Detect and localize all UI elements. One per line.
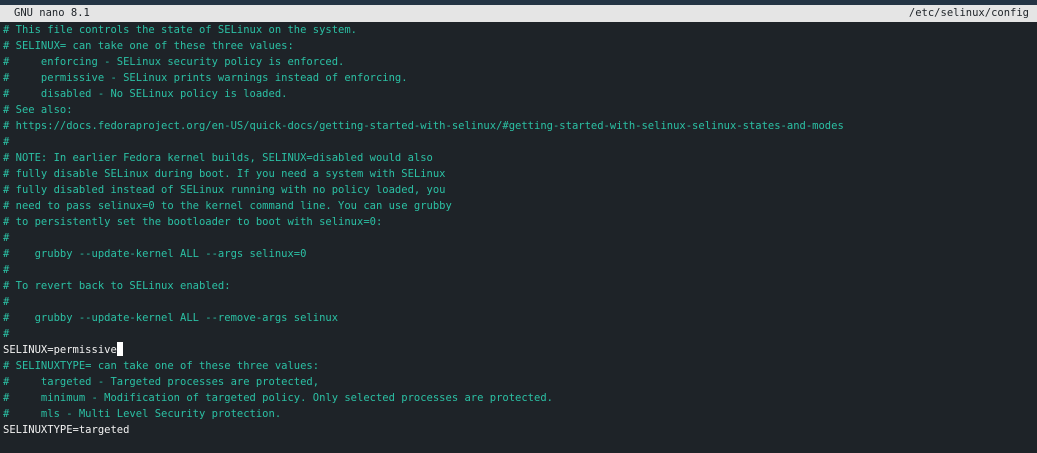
line-text: # disabled - No SELinux policy is loaded… bbox=[3, 88, 288, 100]
comment-line[interactable]: # permissive - SELinux prints warnings i… bbox=[3, 70, 1037, 86]
line-text: # To revert back to SELinux enabled: bbox=[3, 280, 231, 292]
nano-version-label: GNU nano 8.1 bbox=[14, 7, 90, 19]
comment-line[interactable]: # targeted - Targeted processes are prot… bbox=[3, 374, 1037, 390]
config-setting-line[interactable]: SELINUXTYPE=targeted bbox=[3, 422, 1037, 438]
line-text: # bbox=[3, 232, 10, 244]
comment-line[interactable]: # This file controls the state of SELinu… bbox=[3, 22, 1037, 38]
comment-line[interactable]: # bbox=[3, 134, 1037, 150]
line-text: # SELINUX= can take one of these three v… bbox=[3, 40, 294, 52]
file-path-label: /etc/selinux/config bbox=[908, 7, 1029, 19]
comment-line[interactable]: # SELINUXTYPE= can take one of these thr… bbox=[3, 358, 1037, 374]
line-text: # https://docs.fedoraproject.org/en-US/q… bbox=[3, 120, 844, 132]
nano-titlebar: GNU nano 8.1 /etc/selinux/config bbox=[0, 5, 1037, 22]
line-text: # targeted - Targeted processes are prot… bbox=[3, 376, 320, 388]
comment-line[interactable]: # grubby --update-kernel ALL --args seli… bbox=[3, 246, 1037, 262]
line-text: SELINUX=permissive bbox=[3, 344, 117, 356]
line-text: # bbox=[3, 264, 10, 276]
line-text: # See also: bbox=[3, 104, 73, 116]
editor-text-area[interactable]: # This file controls the state of SELinu… bbox=[0, 22, 1037, 453]
comment-line[interactable]: # fully disabled instead of SELinux runn… bbox=[3, 182, 1037, 198]
comment-line[interactable]: # to persistently set the bootloader to … bbox=[3, 214, 1037, 230]
comment-line[interactable]: # To revert back to SELinux enabled: bbox=[3, 278, 1037, 294]
line-text: # bbox=[3, 296, 10, 308]
line-text: # grubby --update-kernel ALL --remove-ar… bbox=[3, 312, 339, 324]
line-text: # SELINUXTYPE= can take one of these thr… bbox=[3, 360, 320, 372]
comment-line[interactable]: # See also: bbox=[3, 102, 1037, 118]
text-cursor bbox=[116, 342, 123, 356]
comment-line[interactable]: # bbox=[3, 262, 1037, 278]
line-text: # mls - Multi Level Security protection. bbox=[3, 408, 282, 420]
comment-line[interactable]: # bbox=[3, 230, 1037, 246]
comment-line[interactable]: # minimum - Modification of targeted pol… bbox=[3, 390, 1037, 406]
line-text: # bbox=[3, 136, 10, 148]
comment-line[interactable]: # need to pass selinux=0 to the kernel c… bbox=[3, 198, 1037, 214]
comment-line[interactable]: # enforcing - SELinux security policy is… bbox=[3, 54, 1037, 70]
comment-line[interactable]: # disabled - No SELinux policy is loaded… bbox=[3, 86, 1037, 102]
line-text: SELINUXTYPE=targeted bbox=[3, 424, 130, 436]
line-text: # fully disable SELinux during boot. If … bbox=[3, 168, 446, 180]
config-setting-line[interactable]: SELINUX=permissive bbox=[3, 342, 1037, 358]
line-text: # need to pass selinux=0 to the kernel c… bbox=[3, 200, 452, 212]
comment-line[interactable]: # grubby --update-kernel ALL --remove-ar… bbox=[3, 310, 1037, 326]
line-text: # permissive - SELinux prints warnings i… bbox=[3, 72, 408, 84]
terminal-window: GNU nano 8.1 /etc/selinux/config # This … bbox=[0, 0, 1037, 453]
comment-line[interactable]: # NOTE: In earlier Fedora kernel builds,… bbox=[3, 150, 1037, 166]
line-text: # This file controls the state of SELinu… bbox=[3, 24, 358, 36]
comment-line[interactable]: # bbox=[3, 294, 1037, 310]
comment-line[interactable]: # mls - Multi Level Security protection. bbox=[3, 406, 1037, 422]
line-text: # NOTE: In earlier Fedora kernel builds,… bbox=[3, 152, 433, 164]
line-text: # bbox=[3, 328, 10, 340]
line-text: # grubby --update-kernel ALL --args seli… bbox=[3, 248, 307, 260]
comment-line[interactable]: # bbox=[3, 326, 1037, 342]
comment-line[interactable]: # https://docs.fedoraproject.org/en-US/q… bbox=[3, 118, 1037, 134]
comment-line[interactable]: # fully disable SELinux during boot. If … bbox=[3, 166, 1037, 182]
line-text: # to persistently set the bootloader to … bbox=[3, 216, 383, 228]
comment-line[interactable]: # SELINUX= can take one of these three v… bbox=[3, 38, 1037, 54]
line-text: # minimum - Modification of targeted pol… bbox=[3, 392, 553, 404]
line-text: # fully disabled instead of SELinux runn… bbox=[3, 184, 446, 196]
line-text: # enforcing - SELinux security policy is… bbox=[3, 56, 345, 68]
